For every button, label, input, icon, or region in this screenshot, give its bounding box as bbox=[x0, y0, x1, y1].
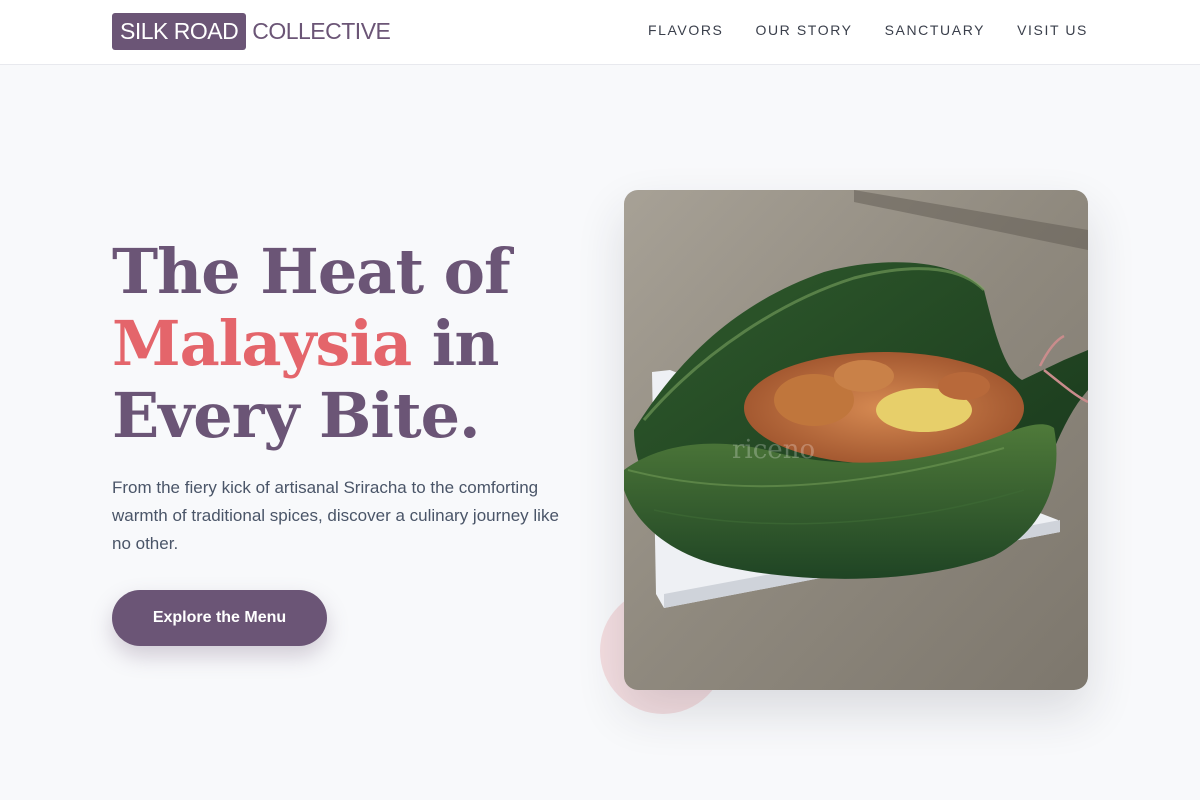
nav-item-our-story[interactable]: OUR STORY bbox=[755, 22, 852, 38]
headline-part-2: in bbox=[411, 307, 500, 380]
hero-food-photo: riceno bbox=[624, 190, 1088, 690]
nav-item-visit-us[interactable]: VISIT US bbox=[1017, 22, 1088, 38]
nasi-lemak-illustration: riceno bbox=[624, 190, 1088, 690]
headline-part-3: Every Bite. bbox=[112, 379, 481, 452]
photo-watermark: riceno bbox=[732, 435, 815, 465]
nav-item-sanctuary[interactable]: SANCTUARY bbox=[885, 22, 986, 38]
hero-lead-text: From the fiery kick of artisanal Srirach… bbox=[112, 478, 559, 553]
brand-logo[interactable]: SILK ROAD COLLECTIVE bbox=[112, 13, 391, 50]
logo-box-text: SILK ROAD bbox=[112, 13, 247, 50]
main-nav: FLAVORS OUR STORY SANCTUARY VISIT US bbox=[648, 22, 1088, 38]
logo-rest-text: COLLECTIVE bbox=[252, 18, 391, 44]
explore-menu-button[interactable]: Explore the Menu bbox=[112, 590, 327, 646]
hero-headline: The Heat of Malaysia in Every Bite. bbox=[112, 236, 582, 452]
headline-part-1: The Heat of bbox=[112, 235, 511, 308]
headline-accent: Malaysia bbox=[112, 307, 412, 380]
nav-item-flavors[interactable]: FLAVORS bbox=[648, 22, 724, 38]
site-header: SILK ROAD COLLECTIVE FLAVORS OUR STORY S… bbox=[0, 0, 1200, 65]
